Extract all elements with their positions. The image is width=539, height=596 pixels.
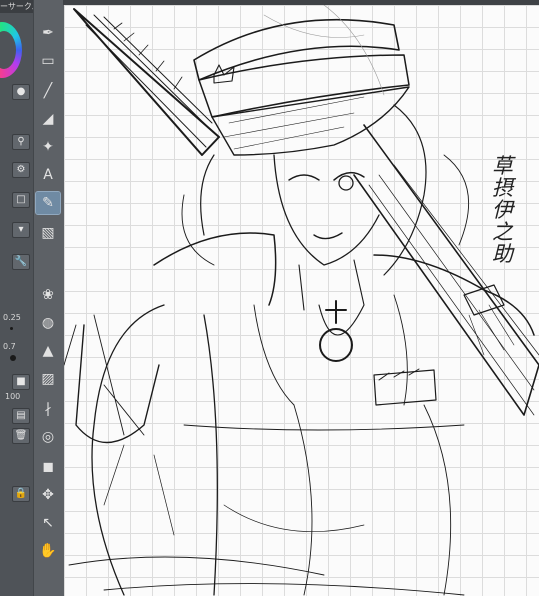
- wrench-icon[interactable]: 🔧: [12, 254, 30, 270]
- rect-selection-icon[interactable]: ▭: [36, 50, 60, 72]
- brush-size-a[interactable]: 0.25: [3, 313, 21, 322]
- dropdown-icon[interactable]: ▾: [12, 222, 30, 238]
- layer-color-icon[interactable]: ■: [12, 374, 30, 390]
- move-icon[interactable]: ✥: [36, 484, 60, 506]
- frame-cut-icon[interactable]: ↖: [36, 512, 60, 534]
- blend-icon[interactable]: ❀: [36, 284, 60, 306]
- sketch-drawing: [64, 5, 539, 596]
- gradient-icon[interactable]: ▨: [36, 368, 60, 390]
- color-circle-icon[interactable]: ●: [12, 84, 30, 100]
- water-drop-icon[interactable]: ▲: [36, 340, 60, 362]
- trash-icon[interactable]: 🗑: [12, 428, 30, 444]
- settings-icon[interactable]: ⚙: [12, 162, 30, 178]
- magnifier-icon[interactable]: ⚲: [12, 134, 30, 150]
- brush-size-b[interactable]: 0.7: [3, 342, 16, 351]
- panel-title: ーサークル: [0, 0, 33, 13]
- signature-text: 草 摂 伊 之 助: [492, 154, 513, 266]
- brush-dot-medium-icon[interactable]: [10, 355, 16, 361]
- square-option-icon[interactable]: □: [12, 192, 30, 208]
- eraser-icon[interactable]: ▧: [36, 222, 60, 244]
- tool-palette: ✒ ▭ ╱ ◢ ✦ A ✎ ▧ ❀ ◍ ▲ ▨ ∤ ◎ ◼ ✥ ↖ ✋: [33, 0, 94, 596]
- magic-wand-icon[interactable]: ✦: [36, 136, 60, 158]
- pen-icon[interactable]: ✒: [36, 22, 60, 44]
- airbrush-icon[interactable]: ◍: [36, 312, 60, 334]
- opacity-value[interactable]: 100: [5, 392, 20, 401]
- line-icon[interactable]: ╱: [36, 80, 60, 102]
- drawing-canvas[interactable]: 草 摂 伊 之 助: [64, 5, 539, 596]
- text-icon[interactable]: A: [36, 164, 60, 186]
- ruler-icon[interactable]: ∤: [36, 398, 60, 420]
- hand-icon[interactable]: ✋: [36, 540, 60, 562]
- lock-icon[interactable]: 🔒: [12, 486, 30, 502]
- sub-tool-panel: ーサークル ● ⚲ ⚙ □ ▾ 🔧 0.25 0.7 ■ 100 ▤ 🗑 🔒: [0, 0, 33, 596]
- speech-balloon-icon[interactable]: ◼: [36, 456, 60, 478]
- zoom-icon[interactable]: ◎: [36, 426, 60, 448]
- pencil-icon[interactable]: ✎: [35, 191, 61, 215]
- brush-dot-small-icon[interactable]: [10, 327, 13, 330]
- layer-mode-icon[interactable]: ▤: [12, 408, 30, 424]
- fill-bucket-icon[interactable]: ◢: [36, 108, 60, 130]
